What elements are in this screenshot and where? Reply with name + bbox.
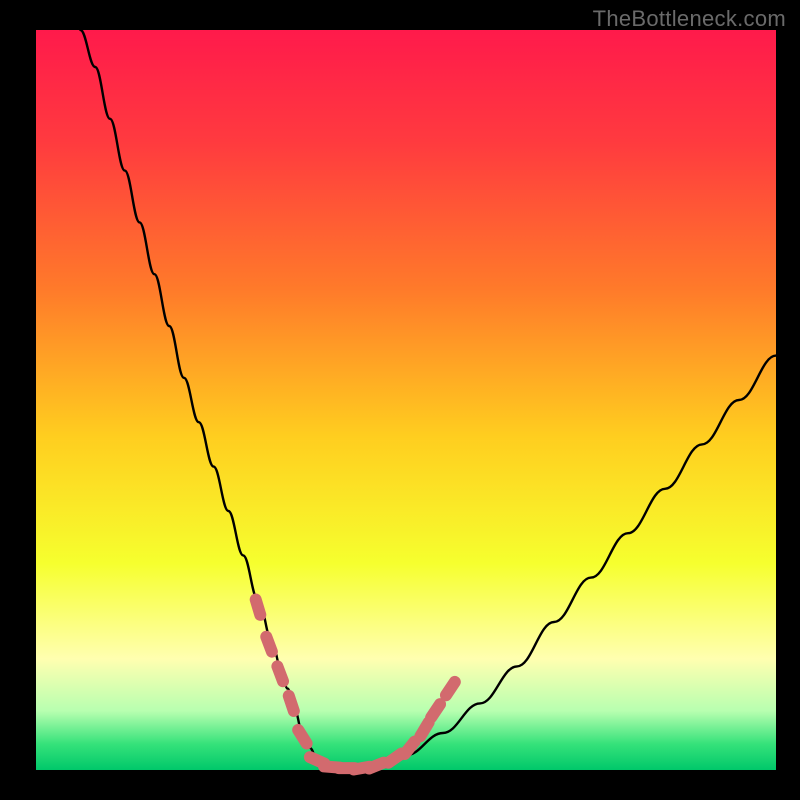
chart-stage: TheBottleneck.com [0,0,800,800]
bottleneck-chart [0,0,800,800]
watermark-text: TheBottleneck.com [593,6,786,32]
gradient-background [36,30,776,770]
